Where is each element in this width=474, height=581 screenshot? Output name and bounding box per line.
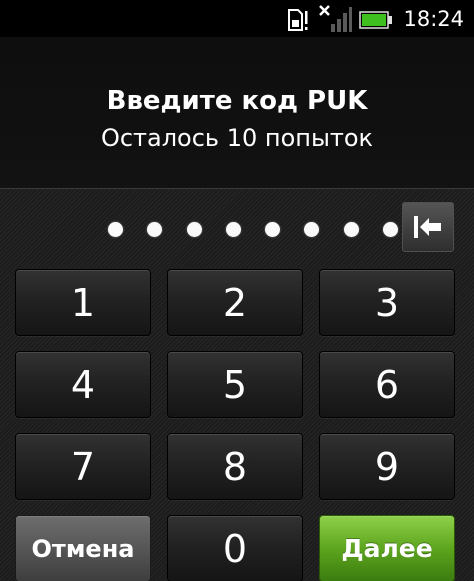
status-bar: 18:24 — [0, 0, 474, 37]
key-0[interactable]: 0 — [167, 515, 303, 581]
pin-dot — [265, 221, 281, 237]
pin-dot — [343, 221, 359, 237]
pin-entry-field[interactable] — [108, 219, 398, 239]
key-2[interactable]: 2 — [167, 269, 303, 336]
status-clock: 18:24 — [403, 7, 464, 31]
pin-dot — [225, 221, 241, 237]
pin-dot — [382, 221, 398, 237]
puk-unlock-screen: 18:24 Введите код PUK Осталось 10 попыто… — [0, 0, 474, 581]
key-9[interactable]: 9 — [319, 433, 455, 500]
sim-card-alert-icon — [288, 9, 308, 31]
key-3[interactable]: 3 — [319, 269, 455, 336]
pin-dot — [186, 221, 202, 237]
key-5[interactable]: 5 — [167, 351, 303, 418]
next-button[interactable]: Далее — [319, 515, 455, 581]
keypad-area: 1 2 3 4 5 6 7 8 9 Отмена 0 Далее — [0, 188, 474, 581]
pin-dot — [304, 221, 320, 237]
cancel-button[interactable]: Отмена — [15, 515, 151, 581]
pin-dot — [147, 221, 163, 237]
key-8[interactable]: 8 — [167, 433, 303, 500]
key-4[interactable]: 4 — [15, 351, 151, 418]
no-signal-icon — [319, 5, 352, 32]
battery-icon — [359, 11, 392, 29]
battery-fill — [362, 14, 386, 26]
backspace-icon — [414, 216, 441, 238]
attempts-remaining: Осталось 10 попыток — [100, 124, 374, 152]
puk-title: Введите код PUK — [106, 86, 368, 116]
backspace-button[interactable] — [402, 202, 454, 252]
key-7[interactable]: 7 — [15, 433, 151, 500]
key-6[interactable]: 6 — [319, 351, 455, 418]
key-1[interactable]: 1 — [15, 269, 151, 336]
pin-dot — [108, 221, 123, 237]
